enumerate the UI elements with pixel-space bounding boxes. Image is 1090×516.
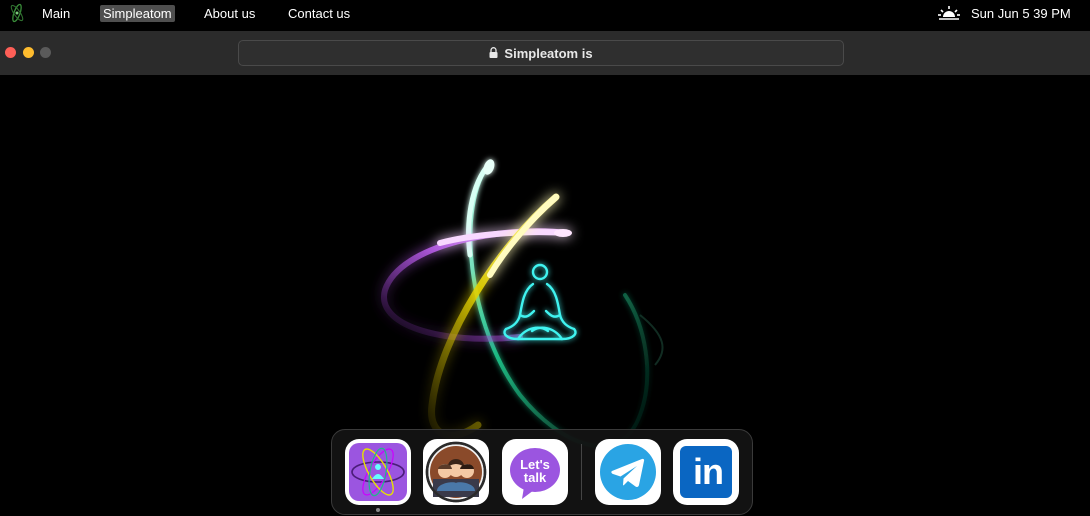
telegram-app-icon xyxy=(600,444,656,500)
team-app-icon xyxy=(425,441,487,503)
running-indicator xyxy=(376,508,380,512)
lock-icon xyxy=(489,46,498,58)
dock-app-lets-talk[interactable]: Let's talk xyxy=(502,439,568,505)
close-window-button[interactable] xyxy=(5,47,16,58)
browser-toolbar: Simpleatom is xyxy=(0,31,1090,75)
menu-item-simpleatom[interactable]: Simpleatom xyxy=(100,5,175,22)
sunrise-icon xyxy=(938,6,960,20)
dock: Let's talk in xyxy=(331,429,753,515)
address-text: Simpleatom is xyxy=(504,45,593,61)
dock-app-telegram[interactable] xyxy=(595,439,661,505)
menu-item-contact-us[interactable]: Contact us xyxy=(285,5,353,22)
atom-app-icon xyxy=(349,443,407,501)
minimize-window-button[interactable] xyxy=(23,47,34,58)
zoom-window-button[interactable] xyxy=(40,47,51,58)
dock-app-simpleatom[interactable] xyxy=(345,439,411,505)
atom-logo-icon[interactable] xyxy=(8,3,26,23)
meditation-figure-icon xyxy=(503,263,577,341)
dock-divider xyxy=(581,444,582,500)
menu-bar: Main Simpleatom About us Contact us Sun … xyxy=(0,0,1090,26)
linkedin-logo-text: in xyxy=(693,451,724,492)
dock-app-linkedin[interactable]: in xyxy=(673,439,739,505)
address-bar[interactable]: Simpleatom is xyxy=(238,40,844,66)
dock-app-about-us[interactable] xyxy=(423,439,489,505)
menu-item-main[interactable]: Main xyxy=(39,5,73,22)
menu-item-about-us[interactable]: About us xyxy=(201,5,258,22)
menu-bar-clock[interactable]: Sun Jun 5 39 PM xyxy=(971,5,1071,22)
lets-talk-line2: talk xyxy=(523,470,547,485)
